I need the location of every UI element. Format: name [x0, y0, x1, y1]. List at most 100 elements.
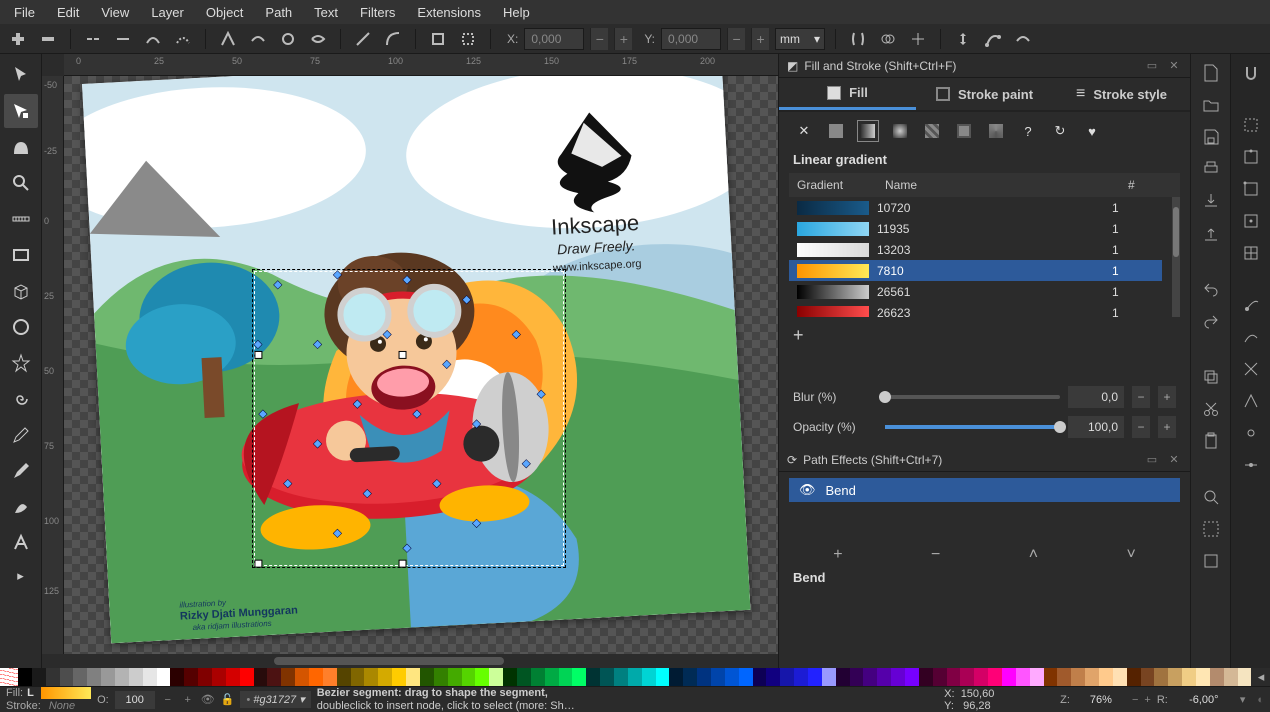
palette-swatch[interactable]	[254, 668, 268, 686]
paint-swatch-button[interactable]	[953, 120, 975, 142]
palette-swatch[interactable]	[351, 668, 365, 686]
snap-bbox-icon[interactable]	[1240, 114, 1262, 136]
zoom-tool[interactable]	[4, 166, 38, 200]
paint-heart-icon[interactable]: ♥	[1081, 120, 1103, 142]
palette-swatch[interactable]	[115, 668, 129, 686]
tab-fill[interactable]: Fill	[779, 78, 916, 110]
menu-help[interactable]: Help	[493, 2, 540, 23]
new-doc-icon[interactable]	[1200, 62, 1222, 84]
palette-swatch[interactable]	[697, 668, 711, 686]
more-tools[interactable]: ▸	[4, 566, 38, 586]
opacity-slider[interactable]	[885, 425, 1060, 429]
undo-icon[interactable]	[1200, 278, 1222, 300]
x-coord-input[interactable]	[524, 28, 584, 50]
node-auto-button[interactable]	[306, 27, 330, 51]
panel-close-icon[interactable]: ✕	[1166, 58, 1182, 74]
palette-swatch[interactable]	[87, 668, 101, 686]
node-cusp-button[interactable]	[216, 27, 240, 51]
palette-swatch[interactable]	[642, 668, 656, 686]
snap-bbox-edge-icon[interactable]	[1240, 146, 1262, 168]
palette-menu-button[interactable]: ◂	[1252, 668, 1270, 686]
gradient-scrollbar[interactable]	[1172, 197, 1180, 317]
y-decrement[interactable]: −	[727, 28, 745, 50]
blur-slider[interactable]	[885, 395, 1060, 399]
show-clip-button[interactable]	[846, 27, 870, 51]
zoom-draw-icon[interactable]	[1200, 550, 1222, 572]
measure-tool[interactable]	[4, 202, 38, 236]
palette-swatch[interactable]	[1224, 668, 1238, 686]
palette-swatch[interactable]	[240, 668, 254, 686]
menu-text[interactable]: Text	[304, 2, 348, 23]
calligraphy-tool[interactable]	[4, 490, 38, 524]
gradient-list[interactable]: 10720111935113203178101265611266231	[789, 197, 1162, 317]
status-stroke-value[interactable]: None	[49, 700, 75, 712]
snap-smooth-icon[interactable]	[1240, 422, 1262, 444]
palette-swatch[interactable]	[559, 668, 573, 686]
layer-indicator[interactable]: • #g31727 ▾	[240, 691, 310, 708]
palette-swatch[interactable]	[364, 668, 378, 686]
x-decrement[interactable]: −	[590, 28, 608, 50]
opacity-decrement[interactable]: −	[1132, 416, 1150, 438]
y-coord-input[interactable]	[661, 28, 721, 50]
gradient-row-13203[interactable]: 132031	[789, 239, 1162, 260]
palette-swatch[interactable]	[545, 668, 559, 686]
palette-swatch[interactable]	[281, 668, 295, 686]
palette-swatch[interactable]	[753, 668, 767, 686]
palette-swatch[interactable]	[600, 668, 614, 686]
insert-node-button[interactable]	[6, 27, 30, 51]
lpe-up-button[interactable]: ˄	[1018, 546, 1048, 564]
canvas[interactable]: Inkscape Draw Freely. www.inkscape.org i…	[64, 76, 778, 654]
palette-swatch[interactable]	[489, 668, 503, 686]
color-palette[interactable]: ◂	[0, 668, 1270, 686]
snap-bbox-center-icon[interactable]	[1240, 242, 1262, 264]
lpe-close-icon[interactable]: ✕	[1166, 452, 1182, 468]
node-symmetric-button[interactable]	[276, 27, 300, 51]
palette-swatch[interactable]	[794, 668, 808, 686]
menu-edit[interactable]: Edit	[47, 2, 89, 23]
palette-swatch[interactable]	[1127, 668, 1141, 686]
paint-unknown-button[interactable]: ?	[1017, 120, 1039, 142]
gradient-add-button[interactable]: +	[779, 317, 1190, 354]
spiral-tool[interactable]	[4, 382, 38, 416]
delete-segment-button[interactable]	[171, 27, 195, 51]
palette-swatch[interactable]	[1002, 668, 1016, 686]
show-handles-button[interactable]	[981, 27, 1005, 51]
save-icon[interactable]	[1200, 126, 1222, 148]
palette-swatch[interactable]	[448, 668, 462, 686]
visibility-icon[interactable]: 👁	[201, 693, 215, 706]
palette-swatch[interactable]	[531, 668, 545, 686]
unit-selector[interactable]: mm▾	[775, 28, 825, 50]
palette-swatch[interactable]	[157, 668, 171, 686]
palette-swatch[interactable]	[170, 668, 184, 686]
redo-icon[interactable]	[1200, 310, 1222, 332]
eye-icon[interactable]: 👁	[799, 482, 816, 498]
palette-swatch[interactable]	[1030, 668, 1044, 686]
palette-swatch[interactable]	[725, 668, 739, 686]
palette-swatch[interactable]	[1238, 668, 1252, 686]
palette-swatch[interactable]	[669, 668, 683, 686]
palette-swatch[interactable]	[1071, 668, 1085, 686]
palette-swatch[interactable]	[323, 668, 337, 686]
palette-swatch[interactable]	[822, 668, 836, 686]
segment-line-button[interactable]	[351, 27, 375, 51]
palette-swatch[interactable]	[295, 668, 309, 686]
palette-swatch[interactable]	[572, 668, 586, 686]
rotation-value[interactable]: -6,00°	[1174, 694, 1234, 706]
status-fill-swatch[interactable]	[41, 687, 91, 699]
canvas-scrollbar-h[interactable]	[42, 654, 778, 668]
break-node-button[interactable]	[81, 27, 105, 51]
palette-swatch[interactable]	[919, 668, 933, 686]
gradient-row-7810[interactable]: 78101	[789, 260, 1162, 281]
palette-swatch[interactable]	[836, 668, 850, 686]
palette-swatch[interactable]	[656, 668, 670, 686]
rect-tool[interactable]	[4, 238, 38, 272]
snap-toggle-icon[interactable]	[1240, 62, 1262, 84]
print-icon[interactable]	[1200, 158, 1222, 180]
palette-swatch[interactable]	[46, 668, 60, 686]
palette-swatch[interactable]	[1099, 668, 1113, 686]
palette-swatch[interactable]	[863, 668, 877, 686]
snap-midpoint-icon[interactable]	[1240, 454, 1262, 476]
export-icon[interactable]	[1200, 222, 1222, 244]
join-segment-button[interactable]	[141, 27, 165, 51]
palette-swatch[interactable]	[933, 668, 947, 686]
